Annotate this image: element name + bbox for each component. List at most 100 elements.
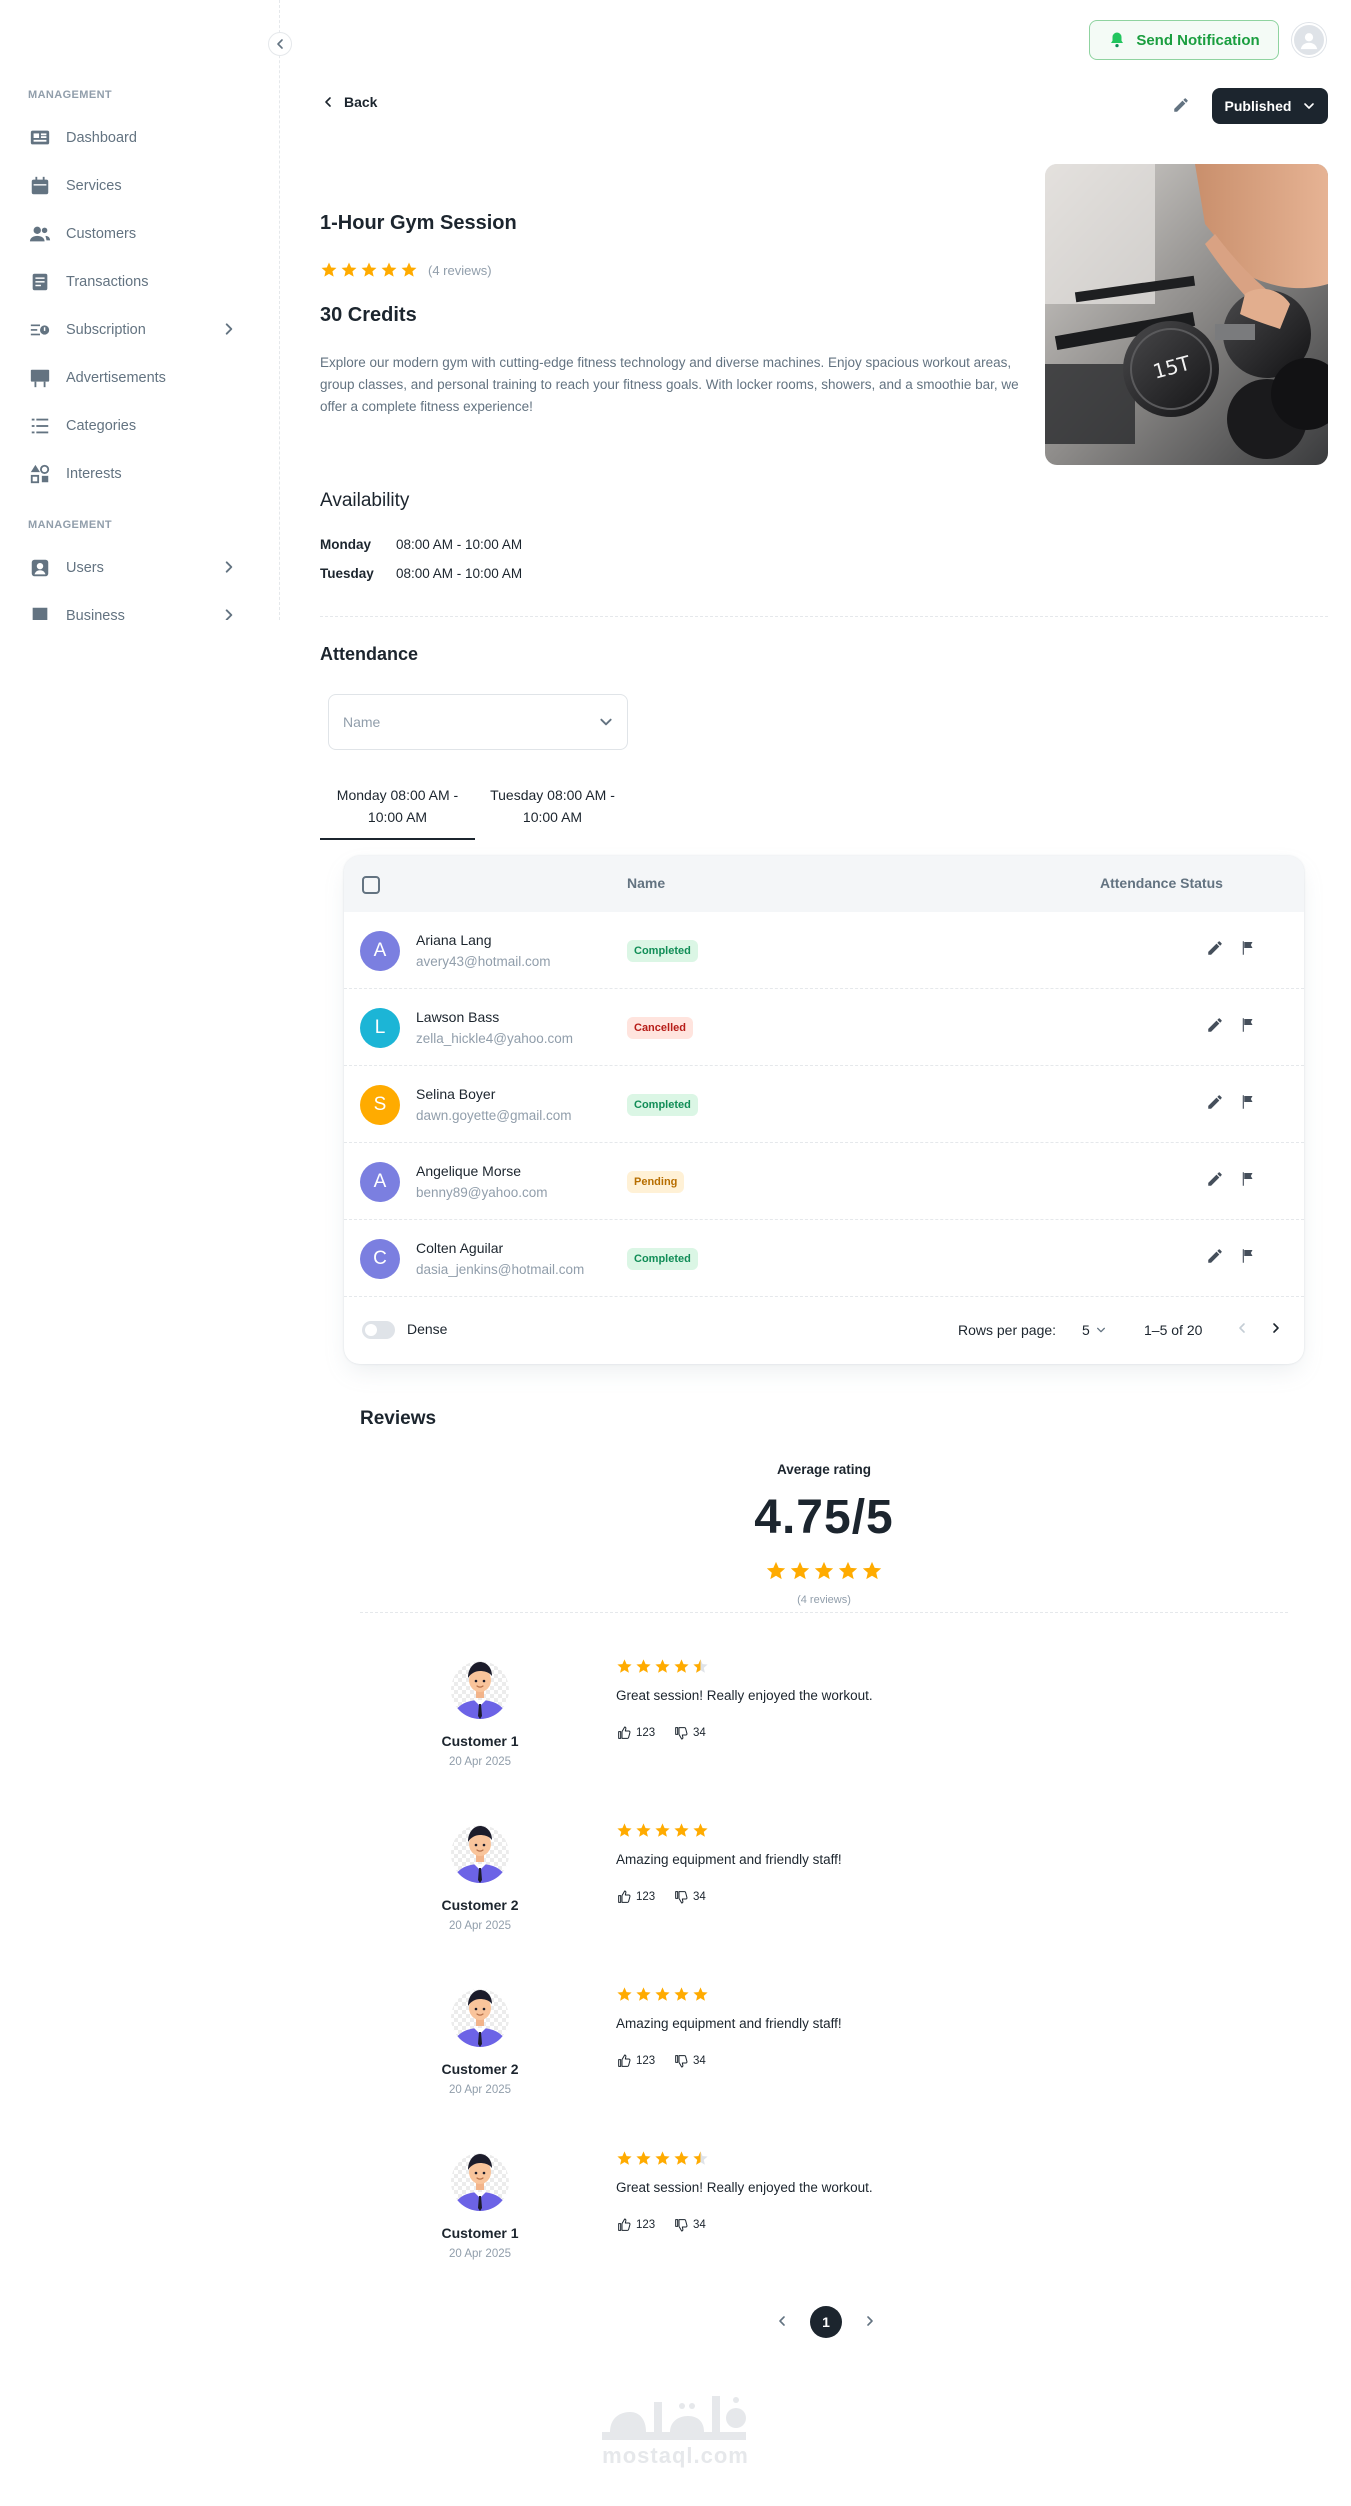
star-icon — [673, 1658, 690, 1675]
chevron-left-icon — [776, 2315, 788, 2327]
like-count: 123 — [636, 1727, 656, 1739]
like-button[interactable]: 123 — [616, 1889, 655, 1905]
availability-day: Tuesday — [320, 566, 374, 581]
flag-icon — [1239, 1016, 1257, 1034]
product-image: 15T — [1045, 164, 1328, 465]
edit-row-button[interactable] — [1206, 939, 1228, 961]
thumb-up-icon — [616, 2053, 632, 2069]
edit-row-button[interactable] — [1206, 1170, 1228, 1192]
thumb-down-icon — [673, 1725, 689, 1741]
flag-row-button[interactable] — [1239, 1170, 1261, 1192]
sidebar-item-users[interactable]: Users — [20, 546, 260, 590]
previous-page-button[interactable] — [776, 2314, 788, 2330]
sidebar-item-categories[interactable]: Categories — [20, 404, 260, 448]
sidebar-subheader: MANAGEMENT — [28, 519, 113, 531]
attendee-name: Angelique Morse — [416, 1163, 522, 1179]
status-badge: Pending — [627, 1171, 685, 1193]
dislike-button[interactable]: 34 — [673, 1889, 706, 1905]
page-button-current[interactable]: 1 — [810, 2306, 842, 2338]
review-item: Customer 1 20 Apr 2025 Great session! Real… — [400, 2146, 1280, 2296]
sidebar-item-dashboard[interactable]: Dashboard — [20, 116, 260, 160]
back-label: Back — [344, 94, 378, 110]
previous-page-button[interactable] — [1236, 1321, 1252, 1337]
flag-row-button[interactable] — [1239, 1247, 1261, 1269]
name-select[interactable]: Name — [328, 694, 628, 750]
select-all-checkbox[interactable] — [362, 876, 380, 894]
column-header-status: Attendance Status — [1100, 875, 1223, 891]
star-icon — [692, 1986, 709, 2003]
reviewer-name: Customer 1 — [441, 1733, 519, 1749]
next-page-button[interactable] — [1270, 1321, 1286, 1337]
thumb-up-icon — [616, 1725, 632, 1741]
availability-day: Monday — [320, 537, 372, 552]
watermark-text: mostaql.com — [602, 2443, 749, 2468]
account-avatar[interactable] — [1292, 23, 1326, 57]
sidebar-item-business[interactable]: Business — [20, 596, 260, 620]
star-icon — [380, 261, 398, 279]
star-icon — [673, 1986, 690, 2003]
tab-monday[interactable]: Monday 08:00 AM - 10:00 AM — [320, 784, 475, 840]
like-button[interactable]: 123 — [616, 2217, 655, 2233]
dense-toggle[interactable] — [362, 1321, 395, 1339]
chevron-left-icon — [322, 96, 334, 108]
like-button[interactable]: 123 — [616, 2053, 655, 2069]
attendee-name: Colten Aguilar — [416, 1240, 504, 1256]
review-text: Great session! Really enjoyed the workou… — [616, 2180, 873, 2195]
dislike-button[interactable]: 34 — [673, 1725, 706, 1741]
rows-per-page-value: 5 — [1082, 1322, 1090, 1338]
chevron-right-icon — [222, 322, 236, 336]
star-icon — [635, 1986, 652, 2003]
attendee-name: Ariana Lang — [416, 932, 492, 948]
table-row[interactable]: S Selina Boyer dawn.goyette@gmail.com Co… — [344, 1066, 1304, 1143]
dislike-button[interactable]: 34 — [673, 2053, 706, 2069]
attendee-email: avery43@hotmail.com — [416, 954, 551, 969]
edit-button[interactable] — [1169, 93, 1193, 117]
flag-row-button[interactable] — [1239, 1093, 1261, 1115]
send-notification-button[interactable]: Send Notification — [1089, 20, 1279, 60]
edit-row-button[interactable] — [1206, 1016, 1228, 1038]
status-badge: Completed — [627, 1248, 698, 1270]
pencil-icon — [1206, 1016, 1224, 1034]
review-rating — [616, 1986, 709, 2003]
table-row[interactable]: A Angelique Morse benny89@yahoo.com Pend… — [344, 1143, 1304, 1220]
rows-per-page-select[interactable]: 5 — [1082, 1322, 1106, 1338]
publish-status-button[interactable]: Published — [1212, 88, 1328, 124]
tab-tuesday[interactable]: Tuesday 08:00 AM - 10:00 AM — [475, 784, 630, 840]
next-page-button[interactable] — [864, 2314, 876, 2330]
sidebar-item-subscription[interactable]: Subscription — [20, 308, 260, 352]
flag-row-button[interactable] — [1239, 1016, 1261, 1038]
like-button[interactable]: 123 — [616, 1725, 655, 1741]
sidebar-item-customers[interactable]: Customers — [20, 212, 260, 256]
review-item: Customer 2 20 Apr 2025 Amazing equipment a… — [400, 1818, 1280, 1968]
shapes-icon — [28, 462, 52, 486]
star-icon — [673, 1822, 690, 1839]
attendee-name: Lawson Bass — [416, 1009, 500, 1025]
avatar: L — [360, 1008, 400, 1048]
status-badge: Cancelled — [627, 1017, 693, 1039]
flag-icon — [1239, 1170, 1257, 1188]
sidebar-collapse-button[interactable] — [268, 32, 292, 56]
edit-row-button[interactable] — [1206, 1093, 1228, 1115]
table-row[interactable]: C Colten Aguilar dasia_jenkins@hotmail.c… — [344, 1220, 1304, 1297]
sidebar-item-interests[interactable]: Interests — [20, 452, 260, 496]
availability-title: Availability — [320, 490, 410, 511]
product-rating: (4 reviews) — [320, 261, 492, 279]
reviews-pagination: 1 — [776, 2306, 876, 2338]
sidebar-item-transactions[interactable]: Transactions — [20, 260, 260, 304]
sidebar-item-label: Dashboard — [66, 130, 137, 146]
edit-row-button[interactable] — [1206, 1247, 1228, 1269]
dislike-button[interactable]: 34 — [673, 2217, 706, 2233]
sidebar-item-label: Interests — [66, 466, 122, 482]
table-row[interactable]: A Ariana Lang avery43@hotmail.com Comple… — [344, 912, 1304, 989]
dislike-count: 34 — [693, 1891, 706, 1903]
flag-row-button[interactable] — [1239, 939, 1261, 961]
divider — [320, 616, 1328, 617]
building-icon — [28, 604, 52, 620]
like-count: 123 — [636, 2055, 656, 2067]
thumb-up-icon — [616, 2217, 632, 2233]
back-button[interactable]: Back — [322, 94, 377, 110]
sidebar-item-advertisements[interactable]: Advertisements — [20, 356, 260, 400]
table-row[interactable]: L Lawson Bass zella_hickle4@yahoo.com Ca… — [344, 989, 1304, 1066]
availability-row: Tuesday 08:00 AM - 10:00 AM — [320, 566, 522, 581]
sidebar-item-services[interactable]: Services — [20, 164, 260, 208]
